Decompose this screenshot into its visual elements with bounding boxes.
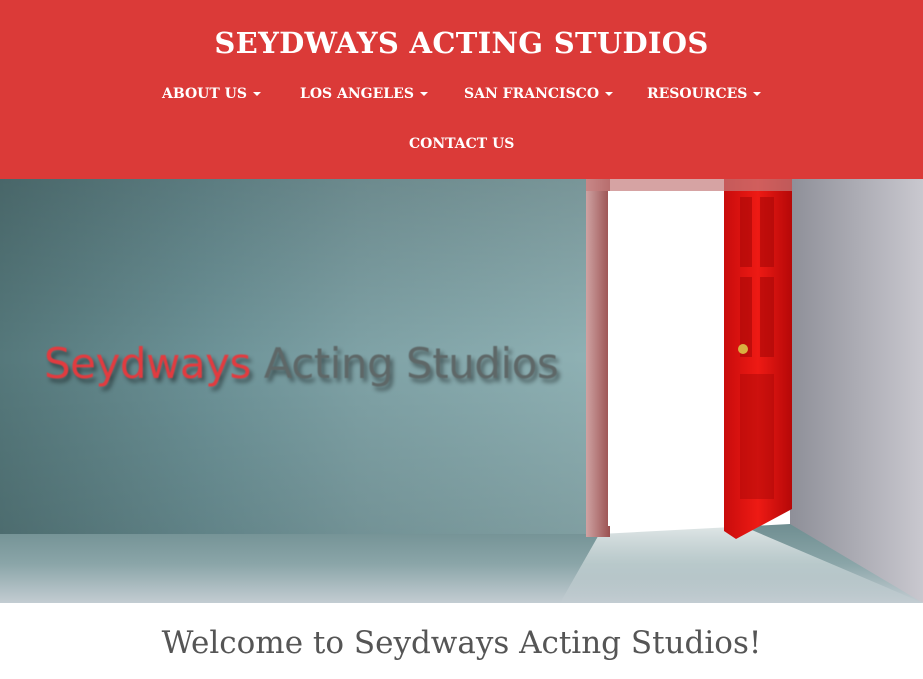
site-title[interactable]: SEYDWAYS ACTING STUDIOS [0,26,923,60]
caret-down-icon [252,92,261,96]
door-knob [738,344,748,354]
hero-banner: Seydways Acting Studios [0,179,923,603]
hero-text-seydways: Seydways [44,339,251,388]
nav-item-label: RESOURCES [647,86,748,102]
caret-down-icon [419,92,428,96]
doorway [608,191,726,526]
hero-image [0,179,923,603]
caret-down-icon [605,92,614,96]
nav-item-label: LOS ANGELES [300,86,414,102]
welcome-heading: Welcome to Seydways Acting Studios! [161,625,762,661]
nav-item-label: ABOUT US [162,86,247,102]
nav-item-about-us[interactable]: ABOUT US [162,86,261,102]
caret-down-icon [753,92,762,96]
page: SEYDWAYS ACTING STUDIOS ABOUT US LOS ANG… [0,0,923,679]
hero-image-text: Seydways Acting Studios [44,339,559,388]
nav-item-resources[interactable]: RESOURCES [647,86,762,102]
nav-item-contact-us[interactable]: CONTACT US [409,136,514,152]
site-header: SEYDWAYS ACTING STUDIOS ABOUT US LOS ANG… [0,0,923,179]
nav-item-label: SAN FRANCISCO [464,86,600,102]
nav-item-label: CONTACT US [409,136,515,152]
hero-text-acting-studios: Acting Studios [263,339,559,388]
nav-item-los-angeles[interactable]: LOS ANGELES [300,86,428,102]
nav-item-san-francisco[interactable]: SAN FRANCISCO [464,86,614,102]
